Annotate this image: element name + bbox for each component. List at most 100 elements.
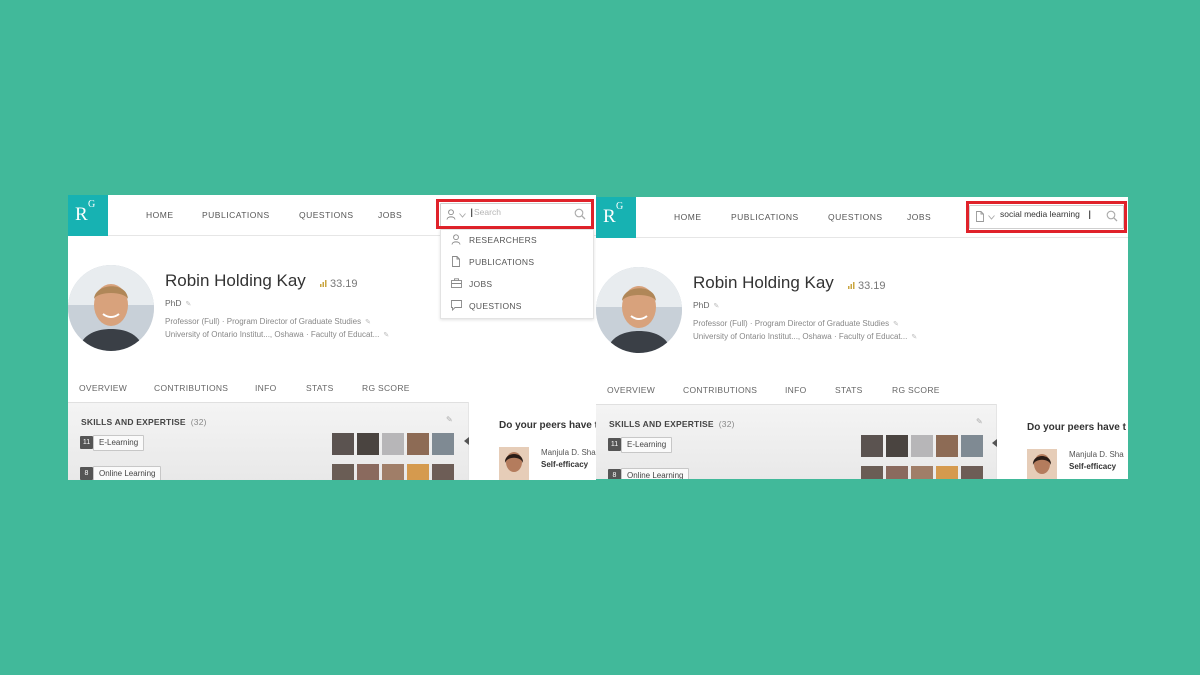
- skills-title-text: SKILLS AND EXPERTISE: [609, 419, 714, 429]
- tab-contributions[interactable]: CONTRIBUTIONS: [683, 385, 757, 395]
- skill-tag[interactable]: Online Learning: [93, 466, 162, 480]
- search-highlight-box: [436, 199, 594, 229]
- pencil-icon[interactable]: ✎: [714, 303, 720, 310]
- pencil-icon[interactable]: ✎: [911, 334, 917, 341]
- nav-publications[interactable]: PUBLICATIONS: [202, 210, 270, 220]
- tab-overview[interactable]: OVERVIEW: [607, 385, 655, 395]
- pencil-icon[interactable]: ✎: [365, 319, 371, 326]
- tab-stats[interactable]: STATS: [835, 385, 863, 395]
- endorser-avatar[interactable]: [332, 433, 354, 455]
- tab-stats[interactable]: STATS: [306, 383, 334, 393]
- institution-text: University of Ontario Institut..., Oshaw…: [693, 332, 908, 341]
- skill-tag[interactable]: E-Learning: [621, 437, 673, 453]
- tab-info[interactable]: INFO: [255, 383, 277, 393]
- researchgate-logo[interactable]: R G: [596, 197, 636, 238]
- rg-score[interactable]: 33.19: [330, 278, 358, 290]
- researchgate-logo[interactable]: R G: [68, 195, 108, 236]
- skill-row: 11 E-Learning: [608, 435, 983, 457]
- skills-title: SKILLS AND EXPERTISE (32): [81, 417, 207, 427]
- profile-photo[interactable]: [68, 265, 154, 351]
- nav-home[interactable]: HOME: [674, 212, 702, 222]
- tab-rg-score[interactable]: RG SCORE: [892, 385, 940, 395]
- skill-tag[interactable]: E-Learning: [93, 435, 145, 451]
- endorser-avatar[interactable]: [936, 466, 958, 479]
- profile-photo-image: [596, 267, 682, 353]
- pencil-icon[interactable]: ✎: [976, 417, 983, 426]
- rg-score[interactable]: 33.19: [858, 280, 886, 292]
- profile-degree: PhD ✎: [165, 298, 191, 308]
- degree-text: PhD: [693, 300, 710, 310]
- dropdown-item-jobs[interactable]: JOBS: [441, 274, 593, 296]
- peer-name[interactable]: Manjula D. Sha: [1069, 450, 1124, 459]
- tab-contributions[interactable]: CONTRIBUTIONS: [154, 383, 228, 393]
- dropdown-item-publications[interactable]: PUBLICATIONS: [441, 252, 593, 274]
- pencil-icon[interactable]: ✎: [446, 415, 453, 424]
- person-icon: [451, 234, 461, 245]
- tab-overview[interactable]: OVERVIEW: [79, 383, 127, 393]
- endorser-avatar[interactable]: [886, 435, 908, 457]
- position-text: Professor (Full) · Program Director of G…: [693, 319, 890, 328]
- peer-avatar[interactable]: [499, 447, 529, 480]
- caret-left-icon: [992, 439, 997, 447]
- profile-tabs: OVERVIEW CONTRIBUTIONS INFO STATS RG SCO…: [68, 383, 596, 401]
- peer-skill: Self-efficacy: [541, 460, 589, 469]
- peer-skill: Self-efficacy: [1069, 462, 1117, 471]
- dropdown-item-questions[interactable]: QUESTIONS: [441, 296, 593, 318]
- endorser-avatar[interactable]: [936, 435, 958, 457]
- endorser-avatar[interactable]: [332, 464, 354, 480]
- nav-questions[interactable]: QUESTIONS: [299, 210, 354, 220]
- endorser-avatar[interactable]: [861, 466, 883, 479]
- dropdown-item-label: RESEARCHERS: [469, 235, 538, 245]
- profile-photo[interactable]: [596, 267, 682, 353]
- nav-home[interactable]: HOME: [146, 210, 174, 220]
- dropdown-item-label: PUBLICATIONS: [469, 257, 535, 267]
- pencil-icon[interactable]: ✎: [186, 301, 192, 308]
- endorser-avatar[interactable]: [432, 433, 454, 455]
- nav-publications[interactable]: PUBLICATIONS: [731, 212, 799, 222]
- endorser-avatar[interactable]: [357, 433, 379, 455]
- pencil-icon[interactable]: ✎: [893, 321, 899, 328]
- nav-jobs[interactable]: JOBS: [907, 212, 931, 222]
- endorser-avatar[interactable]: [407, 433, 429, 455]
- nav-jobs[interactable]: JOBS: [378, 210, 402, 220]
- degree-text: PhD: [165, 298, 182, 308]
- skills-title: SKILLS AND EXPERTISE (32): [609, 419, 735, 429]
- endorser-avatar[interactable]: [911, 466, 933, 479]
- position-text: Professor (Full) · Program Director of G…: [165, 317, 362, 326]
- endorser-avatar[interactable]: [382, 464, 404, 480]
- endorser-avatar[interactable]: [911, 435, 933, 457]
- endorser-avatar[interactable]: [432, 464, 454, 480]
- dropdown-item-researchers[interactable]: RESEARCHERS: [441, 230, 593, 252]
- endorser-avatar[interactable]: [861, 435, 883, 457]
- rg-score-bars-icon: [848, 282, 855, 289]
- pencil-icon[interactable]: ✎: [383, 332, 389, 339]
- skills-section: SKILLS AND EXPERTISE (32) ✎ 11 E-Learning…: [68, 402, 468, 480]
- endorsement-count: 8: [608, 469, 621, 479]
- endorser-avatar[interactable]: [961, 466, 983, 479]
- nav-questions[interactable]: QUESTIONS: [828, 212, 883, 222]
- endorser-avatar[interactable]: [961, 435, 983, 457]
- tab-rg-score[interactable]: RG SCORE: [362, 383, 410, 393]
- endorser-avatar[interactable]: [357, 464, 379, 480]
- logo-letter-r: R: [75, 204, 88, 225]
- profile-institution: University of Ontario Institut..., Oshaw…: [693, 332, 917, 341]
- peer-name[interactable]: Manjula D. Sha: [541, 448, 596, 457]
- search-highlight-box: [966, 201, 1127, 233]
- peer-avatar[interactable]: [1027, 449, 1057, 479]
- endorser-avatar[interactable]: [382, 433, 404, 455]
- endorser-avatar[interactable]: [886, 466, 908, 479]
- profile-position: Professor (Full) · Program Director of G…: [693, 319, 899, 328]
- profile-position: Professor (Full) · Program Director of G…: [165, 317, 371, 326]
- profile-tabs: OVERVIEW CONTRIBUTIONS INFO STATS RG SCO…: [596, 385, 1128, 403]
- skills-title-text: SKILLS AND EXPERTISE: [81, 417, 186, 427]
- profile-institution: University of Ontario Institut..., Oshaw…: [165, 330, 389, 339]
- peer-avatar-image: [499, 447, 529, 480]
- document-icon: [452, 256, 460, 267]
- logo-letter-g: G: [616, 201, 624, 212]
- endorsement-count: 8: [80, 467, 93, 480]
- endorser-avatar[interactable]: [407, 464, 429, 480]
- skill-tag[interactable]: Online Learning: [621, 468, 690, 479]
- skill-row: 8 Online Learning: [80, 464, 455, 480]
- tab-info[interactable]: INFO: [785, 385, 807, 395]
- skills-count: (32): [718, 419, 735, 429]
